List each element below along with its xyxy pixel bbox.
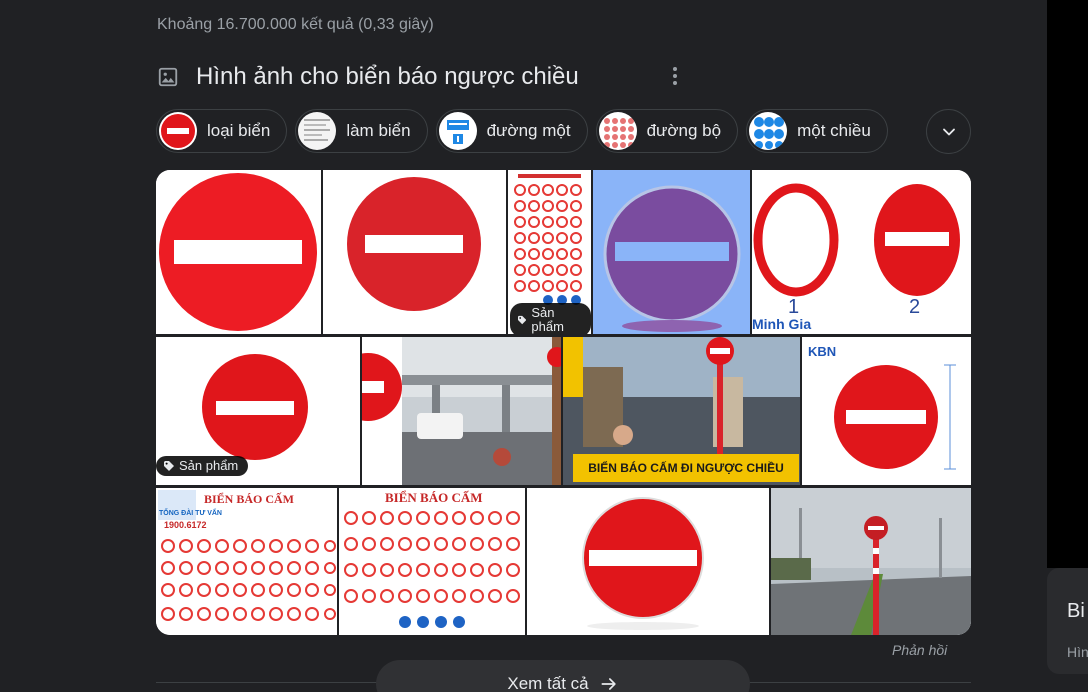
badge-label: Sản phẩm: [179, 458, 239, 473]
image-result[interactable]: Sản phẩm: [508, 170, 591, 334]
chip-thumbnail: [159, 112, 197, 150]
chip-thumbnail: [438, 112, 477, 150]
image-result[interactable]: KBN: [802, 337, 971, 485]
image-result[interactable]: [771, 488, 971, 635]
chip-label: loại biển: [207, 121, 271, 140]
tile-hotline: 1900.6172: [164, 520, 207, 530]
more-options-icon[interactable]: [664, 64, 686, 88]
side-panel: [1047, 0, 1088, 568]
product-badge: Sản phẩm: [510, 303, 591, 334]
image-icon: [157, 66, 179, 88]
image-result[interactable]: BIỂN BÁO CẤM ĐI NGƯỢC CHIỀU: [563, 337, 800, 485]
chip-duong-mot[interactable]: đường một: [435, 109, 588, 153]
image-result[interactable]: BIỂN BÁO CẤM TỔNG ĐÀI TƯ VẤN 1900.6172: [156, 488, 337, 635]
image-result[interactable]: [156, 170, 321, 334]
image-result[interactable]: Sản phẩm: [156, 337, 360, 485]
tile-hotline-label: TỔNG ĐÀI TƯ VẤN: [159, 510, 222, 517]
image-result[interactable]: [593, 170, 750, 334]
chip-duong-bo[interactable]: đường bộ: [595, 109, 739, 153]
image-result[interactable]: 1 2 Minh Gia: [752, 170, 971, 334]
chip-loai-bien[interactable]: loại biển: [156, 109, 288, 153]
image-grid: Sản phẩm 1 2 Minh Gia Sản phẩm BIỂN BÁO …: [156, 170, 971, 635]
side-card-subtitle: Hìn: [1067, 644, 1088, 660]
side-card-title: Bi: [1067, 600, 1085, 622]
chip-thumbnail: [598, 112, 637, 150]
tag-icon: [518, 315, 527, 325]
result-stats: Khoảng 16.700.000 kết quả (0,33 giây): [157, 16, 434, 33]
refinement-chips: loại biển làm biển đường một đường bộ mộ…: [156, 109, 888, 153]
search-results-page: Khoảng 16.700.000 kết quả (0,33 giây) Hì…: [0, 0, 1088, 692]
see-all-label: Xem tất cả: [507, 674, 589, 692]
see-all-button[interactable]: Xem tất cả: [376, 660, 750, 692]
chip-thumbnail: [749, 112, 788, 150]
images-section-header: Hình ảnh cho biển báo ngược chiều: [157, 60, 579, 94]
chip-label: làm biển: [346, 121, 411, 140]
arrow-right-icon: [601, 678, 616, 690]
product-badge: Sản phẩm: [156, 456, 249, 476]
image-caption-banner: BIỂN BÁO CẤM ĐI NGƯỢC CHIỀU: [573, 454, 799, 482]
badge-label: Sản phẩm: [531, 305, 564, 334]
chip-mot-chieu[interactable]: một chiều: [746, 109, 888, 153]
images-section-title: Hình ảnh cho biển báo ngược chiều: [196, 63, 579, 90]
tile-brand: Minh Gia: [752, 316, 812, 332]
chip-label: đường một: [486, 121, 571, 140]
chevron-down-icon[interactable]: [926, 109, 971, 154]
image-result[interactable]: [323, 170, 506, 334]
image-result[interactable]: [362, 337, 561, 485]
tag-icon: [164, 461, 174, 471]
chip-thumbnail: [298, 112, 337, 150]
chip-label: một chiều: [797, 121, 871, 140]
image-result[interactable]: BIỂN BÁO CẤM: [339, 488, 525, 635]
feedback-link[interactable]: Phản hồi: [892, 642, 947, 658]
tile-kbn: KBN: [808, 344, 837, 359]
tile-chart-title-2: BIỂN BÁO CẤM: [385, 490, 483, 505]
chip-lam-bien[interactable]: làm biển: [295, 109, 428, 153]
image-result[interactable]: [527, 488, 769, 635]
tile-label-2: 2: [909, 296, 921, 318]
tile-chart-title: BIỂN BÁO CẤM: [204, 492, 295, 506]
chip-label: đường bộ: [646, 121, 722, 140]
side-card[interactable]: Bi Hìn: [1047, 568, 1088, 674]
